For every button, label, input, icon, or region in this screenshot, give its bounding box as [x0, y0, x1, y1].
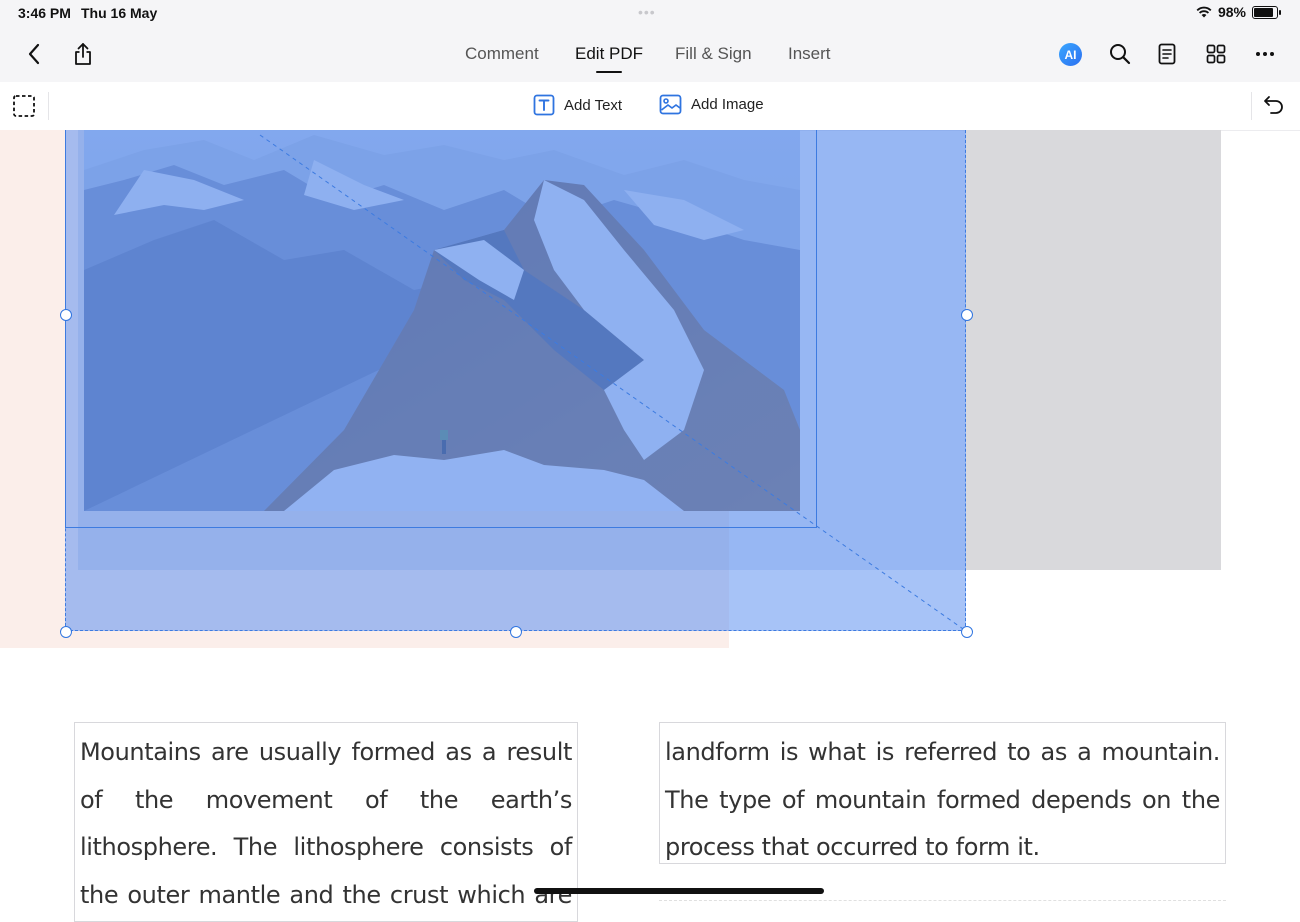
resize-handle-left[interactable] — [60, 309, 72, 321]
resize-handle-bottom[interactable] — [510, 626, 522, 638]
home-indicator[interactable] — [534, 888, 824, 894]
text-box-left[interactable]: Mountains are usually formed as a result… — [74, 722, 578, 922]
text-box-edge — [659, 900, 1226, 901]
resize-handle-bottom-left[interactable] — [60, 626, 72, 638]
resize-handle-right[interactable] — [961, 309, 973, 321]
resize-handle-bottom-right[interactable] — [961, 626, 973, 638]
text-box-right[interactable]: landform is what is referred to as a mou… — [659, 722, 1226, 864]
